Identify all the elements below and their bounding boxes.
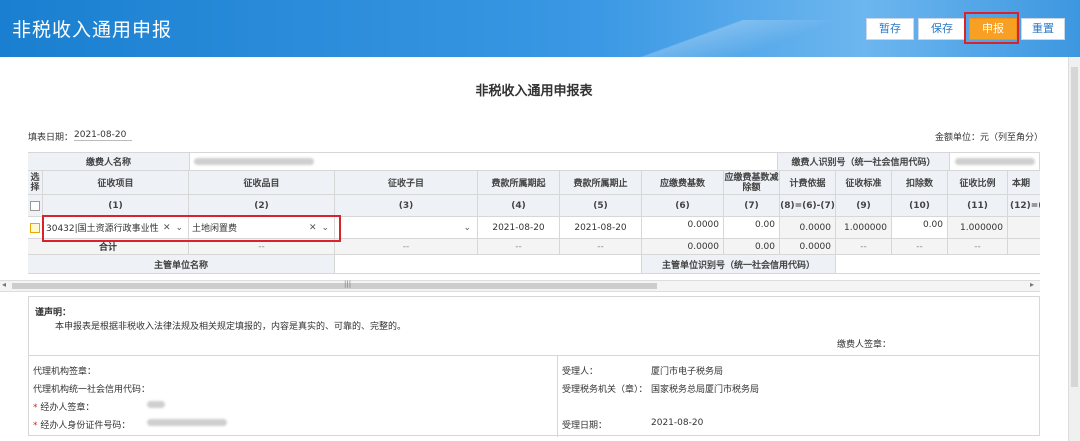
payer-id-value <box>950 152 1040 171</box>
amount-unit: 金额单位：元（列至角分） <box>935 133 1044 143</box>
selection-highlight <box>42 215 341 242</box>
header-decoration <box>560 20 860 57</box>
supervisor-id-value <box>836 255 1040 274</box>
col-num-4: (4) <box>478 195 560 217</box>
payer-name-label: 缴费人名称 <box>28 152 190 171</box>
sub-category-chevron-down-icon[interactable]: ⌄ <box>463 223 471 233</box>
total-dash-3: -- <box>478 239 560 255</box>
agent-code-label: 代理机构统一社会信用代码： <box>33 385 151 395</box>
total-dash-5: -- <box>836 239 892 255</box>
total-base: 0.0000 <box>642 239 724 255</box>
app-title: 非税收入通用申报 <box>12 19 173 41</box>
operator-id-label: * 经办人身份证件号码： <box>33 421 131 431</box>
office-label: 受理税务机关（章）： <box>562 385 648 395</box>
col-base: 应缴费基数 <box>642 171 724 195</box>
save-draft-button[interactable]: 暂存 <box>866 18 914 40</box>
declaration-divider <box>29 355 1039 356</box>
total-dash-2: -- <box>335 239 478 255</box>
col-num-12: (12)=(1 <box>1008 195 1040 217</box>
accept-date-value: 2021-08-20 <box>651 418 704 428</box>
total-current <box>1008 239 1040 255</box>
col-num-11: (11) <box>948 195 1008 217</box>
form-title: 非税收入通用申报表 <box>475 84 593 99</box>
total-dash-4: -- <box>560 239 642 255</box>
scroll-grip: ||| <box>344 280 352 288</box>
reset-button[interactable]: 重置 <box>1021 18 1065 40</box>
payer-id-label: 缴费人识别号（统一社会信用代码） <box>778 152 950 171</box>
col-sub-category: 征收子目 <box>335 171 478 195</box>
col-select: 选择 <box>28 171 43 195</box>
vertical-scrollbar[interactable] <box>1068 57 1080 441</box>
total-dash-6: -- <box>892 239 948 255</box>
col-sub-item: 征收品目 <box>189 171 335 195</box>
col-period-end: 费款所属期止 <box>560 171 642 195</box>
app-header: 非税收入通用申报 暂存 保存 申报 重置 <box>0 0 1080 57</box>
col-num-3: (3) <box>335 195 478 217</box>
period-start-cell[interactable]: 2021-08-20 <box>478 217 560 239</box>
save-button[interactable]: 保存 <box>918 18 966 40</box>
receiver-label: 受理人： <box>562 367 599 377</box>
declaration-section: 谨声明： 本申报表是根据非税收入法律法规及相关规定填报的，内容是真实的、可靠的、… <box>28 296 1040 437</box>
col-ratio: 征收比例 <box>948 171 1008 195</box>
scroll-right-arrow-icon[interactable]: ▸ <box>1030 280 1034 289</box>
row-select-cell <box>28 217 43 239</box>
ratio-cell: 1.000000 <box>948 217 1008 239</box>
supervisor-name-value <box>335 255 642 274</box>
col-period-start: 费款所属期起 <box>478 171 560 195</box>
sub-category-select[interactable]: ⌄ <box>335 217 478 239</box>
operator-sign-redacted <box>147 401 165 408</box>
fill-date-value: 2021-08-20 <box>74 130 132 141</box>
declaration-vertical-divider <box>557 355 558 437</box>
declaration-title: 谨声明： <box>35 308 72 318</box>
total-basis: 0.0000 <box>780 239 836 255</box>
supervisor-id-label: 主管单位识别号（统一社会信用代码） <box>642 255 836 274</box>
col-num-9: (9) <box>836 195 892 217</box>
horizontal-scrollbar[interactable]: ◂ ||| ▸ <box>0 280 1040 292</box>
col-deduct-num: 扣除数 <box>892 171 948 195</box>
total-deduction: 0.00 <box>724 239 780 255</box>
receiver-value: 厦门市电子税务局 <box>651 367 724 377</box>
payer-name-value <box>190 152 778 171</box>
current-cell <box>1008 217 1040 239</box>
operator-id-redacted <box>147 419 227 426</box>
col-num-5: (5) <box>560 195 642 217</box>
col-num-7: (7) <box>724 195 780 217</box>
office-value: 国家税务总局厦门市税务局 <box>651 385 760 395</box>
select-all-cell <box>28 195 43 217</box>
col-current: 本期 <box>1008 171 1040 195</box>
basis-cell: 0.0000 <box>780 217 836 239</box>
col-num-10: (10) <box>892 195 948 217</box>
scroll-left-arrow-icon[interactable]: ◂ <box>2 280 6 289</box>
supervisor-name-label: 主管单位名称 <box>28 255 335 274</box>
total-dash-7: -- <box>948 239 1008 255</box>
accept-date-label: 受理日期： <box>562 421 608 431</box>
col-num-8: (8)=(6)-(7) <box>780 195 836 217</box>
col-deduction: 应缴费基数减除额 <box>724 171 780 195</box>
col-item: 征收项目 <box>43 171 189 195</box>
row-checkbox[interactable] <box>30 222 40 233</box>
base-input[interactable]: 0.0000 <box>642 217 724 239</box>
col-num-1: (1) <box>43 195 189 217</box>
col-standard: 征收标准 <box>836 171 892 195</box>
select-all-checkbox[interactable] <box>30 200 40 211</box>
period-end-cell[interactable]: 2021-08-20 <box>560 217 642 239</box>
deduction-input[interactable]: 0.00 <box>724 217 780 239</box>
declare-highlight <box>964 12 1019 44</box>
standard-cell: 1.000000 <box>836 217 892 239</box>
col-basis: 计费依据 <box>780 171 836 195</box>
agent-seal-label: 代理机构签章： <box>33 367 97 377</box>
col-num-6: (6) <box>642 195 724 217</box>
operator-sign-label: * 经办人签章： <box>33 403 95 413</box>
fill-date-label: 填表日期： <box>28 133 74 143</box>
payer-sign-label: 缴费人签章： <box>837 340 892 350</box>
horizontal-scroll-thumb[interactable] <box>12 283 657 289</box>
col-num-2: (2) <box>189 195 335 217</box>
deduct-num-input[interactable]: 0.00 <box>892 217 948 239</box>
declaration-text: 本申报表是根据非税收入法律法规及相关规定填报的，内容是真实的、可靠的、完整的。 <box>55 322 407 332</box>
